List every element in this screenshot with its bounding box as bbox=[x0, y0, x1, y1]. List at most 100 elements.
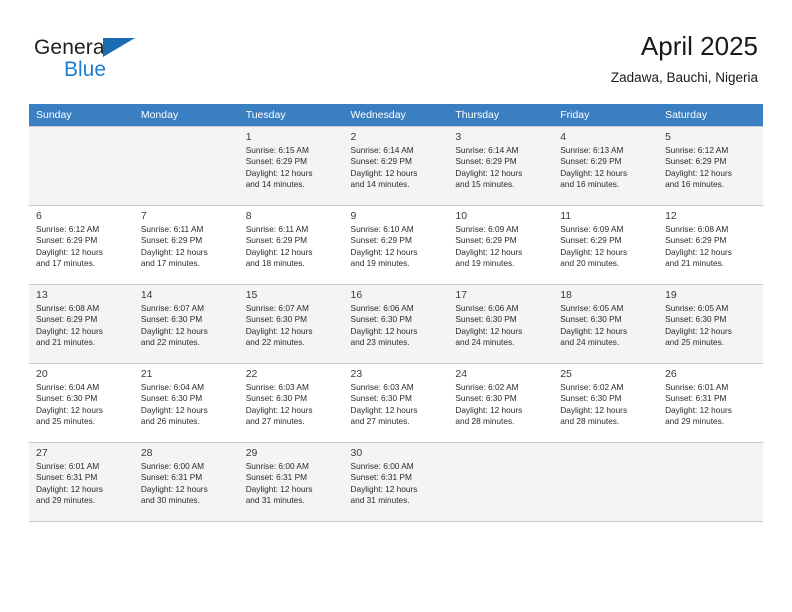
sunrise-text: Sunrise: 6:05 AM bbox=[665, 303, 729, 313]
day-cell[interactable]: 23 Sunrise: 6:03 AM Sunset: 6:30 PM Dayl… bbox=[343, 363, 449, 443]
day-number: 12 bbox=[665, 210, 677, 222]
daylight-text-line1: Daylight: 12 hours bbox=[245, 404, 313, 415]
sunset-text: Sunset: 6:29 PM bbox=[560, 156, 622, 167]
day-cell[interactable]: 1 Sunrise: 6:15 AM Sunset: 6:29 PM Dayli… bbox=[238, 126, 344, 206]
sunset-text: Sunset: 6:30 PM bbox=[665, 314, 727, 325]
sunrise-text: Sunrise: 6:00 AM bbox=[245, 461, 309, 471]
page-title: April 2025 bbox=[640, 31, 758, 61]
day-cell[interactable]: 19 Sunrise: 6:05 AM Sunset: 6:30 PM Dayl… bbox=[658, 284, 763, 364]
calendar-week-row: 1 Sunrise: 6:15 AM Sunset: 6:29 PM Dayli… bbox=[29, 126, 763, 206]
day-cell[interactable] bbox=[29, 126, 134, 206]
day-info: Sunrise: 6:06 AM Sunset: 6:30 PM Dayligh… bbox=[448, 303, 553, 349]
sunrise-text: Sunrise: 6:08 AM bbox=[665, 224, 729, 234]
day-cell[interactable]: 28 Sunrise: 6:00 AM Sunset: 6:31 PM Dayl… bbox=[133, 442, 239, 522]
daylight-text-line2: and 22 minutes. bbox=[140, 337, 200, 348]
title-block: April 2025 Zadawa, Bauchi, Nigeria bbox=[611, 30, 758, 88]
day-number: 17 bbox=[455, 289, 468, 301]
daylight-text-line2: and 29 minutes. bbox=[36, 495, 96, 506]
day-cell[interactable]: 7 Sunrise: 6:11 AM Sunset: 6:29 PM Dayli… bbox=[133, 205, 239, 285]
sunset-text: Sunset: 6:29 PM bbox=[455, 235, 517, 246]
daylight-text-line2: and 30 minutes. bbox=[140, 495, 200, 506]
day-cell[interactable]: 27 Sunrise: 6:01 AM Sunset: 6:31 PM Dayl… bbox=[29, 442, 134, 522]
day-cell[interactable]: 29 Sunrise: 6:00 AM Sunset: 6:31 PM Dayl… bbox=[238, 442, 344, 522]
sunrise-text: Sunrise: 6:14 AM bbox=[350, 145, 414, 155]
sunrise-text: Sunrise: 6:08 AM bbox=[36, 303, 100, 313]
daylight-text-line2: and 27 minutes. bbox=[350, 416, 410, 427]
day-info: Sunrise: 6:04 AM Sunset: 6:30 PM Dayligh… bbox=[29, 382, 134, 428]
day-number: 4 bbox=[560, 131, 567, 143]
day-cell[interactable]: 15 Sunrise: 6:07 AM Sunset: 6:30 PM Dayl… bbox=[238, 284, 344, 364]
daylight-text-line1: Daylight: 12 hours bbox=[36, 325, 103, 336]
day-number: 20 bbox=[36, 368, 48, 380]
day-cell[interactable]: 17 Sunrise: 6:06 AM Sunset: 6:30 PM Dayl… bbox=[448, 284, 554, 364]
day-cell[interactable]: 14 Sunrise: 6:07 AM Sunset: 6:30 PM Dayl… bbox=[133, 284, 239, 364]
day-cell[interactable] bbox=[553, 442, 659, 522]
day-cell[interactable]: 13 Sunrise: 6:08 AM Sunset: 6:29 PM Dayl… bbox=[29, 284, 134, 364]
sunrise-text: Sunrise: 6:01 AM bbox=[36, 461, 100, 471]
day-number: 6 bbox=[36, 210, 42, 222]
day-cell[interactable]: 25 Sunrise: 6:02 AM Sunset: 6:30 PM Dayl… bbox=[553, 363, 659, 443]
day-cell[interactable]: 18 Sunrise: 6:05 AM Sunset: 6:30 PM Dayl… bbox=[553, 284, 659, 364]
day-info: Sunrise: 6:05 AM Sunset: 6:30 PM Dayligh… bbox=[553, 303, 658, 349]
day-number: 21 bbox=[140, 368, 153, 380]
day-cell[interactable]: 20 Sunrise: 6:04 AM Sunset: 6:30 PM Dayl… bbox=[29, 363, 134, 443]
day-cell[interactable] bbox=[658, 442, 763, 522]
sunrise-text: Sunrise: 6:13 AM bbox=[560, 145, 624, 155]
day-info: Sunrise: 6:00 AM Sunset: 6:31 PM Dayligh… bbox=[239, 461, 344, 507]
day-number: 30 bbox=[350, 447, 363, 459]
day-cell[interactable]: 6 Sunrise: 6:12 AM Sunset: 6:29 PM Dayli… bbox=[29, 205, 134, 285]
day-info: Sunrise: 6:07 AM Sunset: 6:30 PM Dayligh… bbox=[134, 303, 239, 349]
sunset-text: Sunset: 6:30 PM bbox=[560, 393, 622, 404]
day-number: 15 bbox=[245, 289, 258, 301]
day-info: Sunrise: 6:05 AM Sunset: 6:30 PM Dayligh… bbox=[658, 303, 763, 349]
daylight-text-line2: and 20 minutes. bbox=[560, 258, 620, 269]
sunset-text: Sunset: 6:31 PM bbox=[36, 472, 98, 483]
day-number: 23 bbox=[350, 368, 363, 380]
daylight-text-line2: and 23 minutes. bbox=[350, 337, 410, 348]
sunset-text: Sunset: 6:29 PM bbox=[350, 156, 412, 167]
day-cell[interactable]: 3 Sunrise: 6:14 AM Sunset: 6:29 PM Dayli… bbox=[448, 126, 554, 206]
page-header: General Blue April 2025 Zadawa, Bauchi, … bbox=[0, 0, 792, 100]
day-cell[interactable]: 30 Sunrise: 6:00 AM Sunset: 6:31 PM Dayl… bbox=[343, 442, 449, 522]
day-cell[interactable]: 22 Sunrise: 6:03 AM Sunset: 6:30 PM Dayl… bbox=[238, 363, 344, 443]
sunrise-text: Sunrise: 6:06 AM bbox=[455, 303, 519, 313]
day-number: 5 bbox=[665, 131, 671, 143]
sunset-text: Sunset: 6:29 PM bbox=[665, 156, 727, 167]
day-cell[interactable]: 2 Sunrise: 6:14 AM Sunset: 6:29 PM Dayli… bbox=[343, 126, 449, 206]
day-info: Sunrise: 6:08 AM Sunset: 6:29 PM Dayligh… bbox=[658, 224, 763, 270]
day-cell[interactable]: 11 Sunrise: 6:09 AM Sunset: 6:29 PM Dayl… bbox=[553, 205, 659, 285]
daylight-text-line1: Daylight: 12 hours bbox=[455, 167, 523, 178]
daylight-text-line2: and 24 minutes. bbox=[560, 337, 620, 348]
day-cell[interactable]: 16 Sunrise: 6:06 AM Sunset: 6:30 PM Dayl… bbox=[343, 284, 449, 364]
daylight-text-line1: Daylight: 12 hours bbox=[140, 246, 208, 257]
day-cell[interactable]: 26 Sunrise: 6:01 AM Sunset: 6:31 PM Dayl… bbox=[658, 363, 763, 443]
daylight-text-line2: and 21 minutes. bbox=[665, 258, 725, 269]
day-cell[interactable]: 5 Sunrise: 6:12 AM Sunset: 6:29 PM Dayli… bbox=[658, 126, 763, 206]
day-cell[interactable]: 9 Sunrise: 6:10 AM Sunset: 6:29 PM Dayli… bbox=[343, 205, 449, 285]
day-cell[interactable]: 10 Sunrise: 6:09 AM Sunset: 6:29 PM Dayl… bbox=[448, 205, 554, 285]
sunrise-text: Sunrise: 6:15 AM bbox=[245, 145, 309, 155]
daylight-text-line1: Daylight: 12 hours bbox=[245, 246, 313, 257]
day-info: Sunrise: 6:07 AM Sunset: 6:30 PM Dayligh… bbox=[239, 303, 344, 349]
sunrise-text: Sunrise: 6:12 AM bbox=[665, 145, 729, 155]
day-number: 29 bbox=[245, 447, 258, 459]
general-blue-logo[interactable]: General Blue bbox=[34, 36, 154, 82]
calendar-page: General Blue April 2025 Zadawa, Bauchi, … bbox=[0, 0, 792, 612]
weekday-header-tuesday: Tuesday bbox=[238, 104, 344, 127]
day-cell[interactable]: 8 Sunrise: 6:11 AM Sunset: 6:29 PM Dayli… bbox=[238, 205, 344, 285]
day-cell[interactable] bbox=[448, 442, 554, 522]
sunrise-text: Sunrise: 6:06 AM bbox=[350, 303, 414, 313]
sunset-text: Sunset: 6:30 PM bbox=[455, 314, 517, 325]
day-cell[interactable] bbox=[133, 126, 239, 206]
sunrise-text: Sunrise: 6:11 AM bbox=[245, 224, 309, 234]
calendar-week-row: 6 Sunrise: 6:12 AM Sunset: 6:29 PM Dayli… bbox=[29, 205, 763, 285]
day-info: Sunrise: 6:04 AM Sunset: 6:30 PM Dayligh… bbox=[134, 382, 239, 428]
day-cell[interactable]: 4 Sunrise: 6:13 AM Sunset: 6:29 PM Dayli… bbox=[553, 126, 659, 206]
day-cell[interactable]: 21 Sunrise: 6:04 AM Sunset: 6:30 PM Dayl… bbox=[133, 363, 239, 443]
day-cell[interactable]: 24 Sunrise: 6:02 AM Sunset: 6:30 PM Dayl… bbox=[448, 363, 554, 443]
sunset-text: Sunset: 6:29 PM bbox=[36, 235, 98, 246]
day-cell[interactable]: 12 Sunrise: 6:08 AM Sunset: 6:29 PM Dayl… bbox=[658, 205, 763, 285]
weekday-header-saturday: Saturday bbox=[658, 104, 763, 127]
weekday-header-sunday: Sunday bbox=[29, 104, 134, 127]
sunrise-text: Sunrise: 6:04 AM bbox=[140, 382, 205, 392]
